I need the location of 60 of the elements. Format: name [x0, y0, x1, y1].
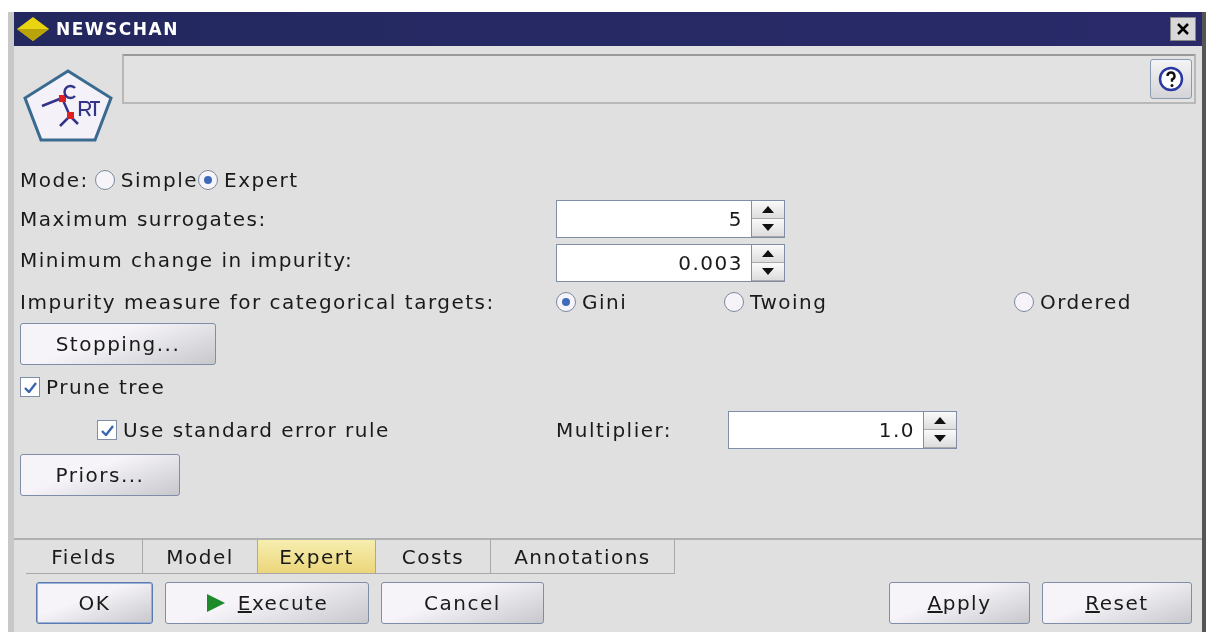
number-spinner[interactable]: 0.003	[556, 244, 785, 282]
spinner-value: 0.003	[677, 251, 744, 275]
radio-button[interactable]	[198, 170, 219, 190]
description-field[interactable]	[122, 54, 1196, 104]
checkmark-icon	[100, 424, 114, 436]
checkmark-icon	[23, 381, 37, 393]
radio-label: Ordered	[1040, 290, 1132, 314]
tab[interactable]: Annotations	[491, 540, 675, 574]
dialog-button[interactable]: OK	[36, 582, 153, 624]
tab[interactable]: Fields	[26, 540, 143, 574]
window-title: NEWSCHAN	[56, 19, 180, 39]
up-arrow-icon	[762, 206, 774, 213]
tab[interactable]: Model	[143, 540, 258, 574]
field-label: Impurity measure for categorical targets:	[20, 290, 496, 314]
radio-button[interactable]	[556, 292, 576, 312]
field-label: Maximum surrogates:	[20, 207, 268, 231]
checkbox-label: Prune tree	[46, 375, 166, 399]
help-button[interactable]	[1150, 59, 1192, 99]
stopping-button[interactable]: Stopping...	[20, 323, 216, 365]
priors-button[interactable]: Priors...	[20, 454, 180, 496]
field-label: Minimum change in impurity:	[20, 248, 355, 272]
diamond-icon	[16, 16, 50, 42]
radio-label: Twoing	[750, 290, 828, 314]
spin-down-button[interactable]	[752, 219, 784, 237]
spin-up-button[interactable]	[752, 245, 784, 263]
field-label: Multiplier:	[556, 418, 674, 442]
down-arrow-icon	[934, 435, 946, 442]
close-icon	[1176, 22, 1190, 36]
checkbox[interactable]	[97, 420, 117, 440]
dialog-button[interactable]: Reset	[1042, 582, 1192, 624]
radio-button[interactable]	[1014, 292, 1034, 312]
dialog-button[interactable]: Cancel	[381, 582, 544, 624]
tree-node-icon	[20, 68, 116, 144]
dialog-button[interactable]: Execute	[165, 582, 369, 624]
radio-label: Expert	[224, 168, 299, 192]
spin-down-button[interactable]	[924, 430, 956, 448]
checkbox-label: Use standard error rule	[123, 418, 390, 442]
spin-up-button[interactable]	[924, 412, 956, 430]
close-button[interactable]	[1170, 17, 1196, 41]
help-icon	[1158, 66, 1184, 92]
number-spinner[interactable]: 1.0	[728, 411, 957, 449]
down-arrow-icon	[762, 224, 774, 231]
tab[interactable]: Expert	[258, 540, 376, 574]
radio-button[interactable]	[94, 170, 115, 190]
radio-label: Simple	[120, 168, 199, 192]
checkbox[interactable]	[20, 377, 40, 397]
dialog-button[interactable]: Apply	[889, 582, 1030, 624]
spin-up-button[interactable]	[752, 201, 784, 219]
spinner-value: 1.0	[877, 418, 916, 442]
up-arrow-icon	[934, 417, 946, 424]
radio-label: Gini	[582, 290, 628, 314]
down-arrow-icon	[762, 268, 774, 275]
spinner-value: 5	[727, 207, 744, 231]
spin-down-button[interactable]	[752, 263, 784, 281]
number-spinner[interactable]: 5	[556, 200, 785, 238]
up-arrow-icon	[762, 250, 774, 257]
radio-button[interactable]	[724, 292, 744, 312]
tab[interactable]: Costs	[376, 540, 491, 574]
play-icon	[205, 593, 226, 613]
mode-label: Mode:	[20, 168, 89, 192]
